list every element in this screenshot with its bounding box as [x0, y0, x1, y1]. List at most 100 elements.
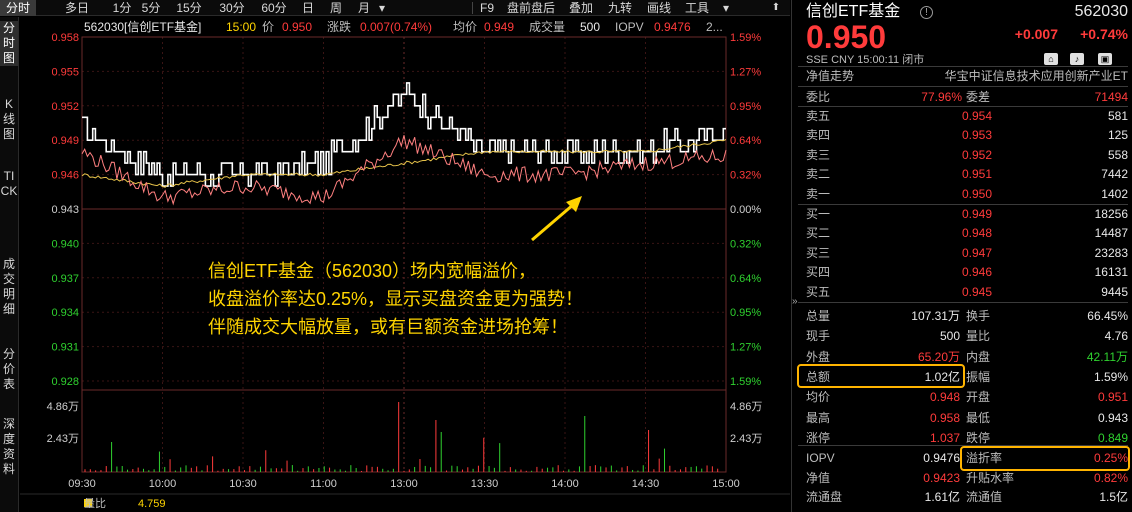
- y2-tick-label: 0.00%: [730, 204, 761, 216]
- bid-level-label: 买一: [806, 207, 831, 221]
- ask-level-price[interactable]: 0.952: [892, 147, 992, 163]
- bid-level-volume: 16131: [1094, 265, 1128, 280]
- quote-change-pct: +0.74%: [1080, 26, 1128, 42]
- y-tick-label: 0.931: [51, 342, 79, 354]
- time-tick-label: 13:30: [471, 478, 499, 490]
- bottom-value: 4.759: [138, 498, 166, 510]
- stat-label: 换手: [966, 309, 991, 323]
- stat-label: 总量: [806, 309, 831, 323]
- y2-tick-label: 0.64%: [730, 273, 761, 285]
- bid-level-volume: 18256: [1094, 207, 1128, 221]
- trading-app: 分时 多日 1分 5分 15分 30分 60分 日 周 月 ▾ F9 盘前盘后 …: [0, 0, 1132, 512]
- y2-tick-label: 0.95%: [730, 307, 761, 319]
- ask-level-label: 卖五: [806, 109, 831, 123]
- y-tick-label: 0.949: [51, 135, 79, 147]
- time-tick-label: 11:00: [310, 478, 337, 490]
- stat-value: 0.943: [1097, 410, 1128, 425]
- stat-value: 0.9423: [923, 470, 960, 485]
- y-tick-label: 0.955: [51, 66, 79, 78]
- bid-level-price[interactable]: 0.948: [892, 225, 992, 241]
- stat-value: 0.9476: [923, 451, 960, 465]
- stat-label: 流通盘: [806, 490, 843, 504]
- nav-trend-link[interactable]: 净值走势: [806, 68, 854, 84]
- y2-tick-label: 0.32%: [730, 238, 761, 250]
- quote-change: +0.007: [1014, 26, 1058, 42]
- ask-level-label: 卖一: [806, 186, 831, 201]
- ask-level-volume: 558: [1107, 147, 1128, 162]
- stat-label: 振幅: [966, 369, 991, 384]
- time-tick-label: 10:00: [149, 478, 177, 490]
- alert-icon[interactable]: ⌂: [1044, 53, 1058, 65]
- time-tick-label: 13:00: [390, 478, 418, 490]
- highlight-premium-rate: [960, 446, 1130, 471]
- bell-icon[interactable]: ♪: [1070, 53, 1084, 65]
- volume-tick-label: 4.86万: [47, 401, 79, 413]
- highlight-total-amount: [797, 364, 965, 388]
- stat-label: IOPV: [806, 451, 835, 465]
- bid-level-volume: 23283: [1094, 245, 1128, 260]
- info-icon[interactable]: !: [920, 6, 933, 19]
- stat-label: 涨停: [806, 430, 831, 445]
- ask-level-volume: 1402: [1101, 186, 1128, 201]
- weibi-value: 77.96%: [921, 90, 962, 104]
- stat-value: 107.31万: [911, 309, 960, 323]
- bid-level-label: 买三: [806, 245, 831, 260]
- ask-level-price[interactable]: 0.953: [892, 127, 992, 143]
- stat-label: 流通值: [966, 490, 1003, 504]
- annotation-text: 信创ETF基金（562030）场内宽幅溢价， 收盘溢价率达0.25%，显示买盘资…: [208, 257, 583, 341]
- stat-value: 1.61亿: [924, 490, 960, 504]
- expand-icon[interactable]: »: [792, 296, 798, 307]
- stat-value: 0.82%: [1093, 470, 1128, 485]
- share-icon[interactable]: ▣: [1098, 53, 1112, 65]
- time-tick-label: 15:00: [712, 478, 740, 490]
- bid-level-price[interactable]: 0.946: [892, 264, 992, 280]
- stat-value: 4.76: [1104, 329, 1128, 344]
- stat-label: 跌停: [966, 430, 991, 445]
- annotation-line-2: 收盘溢价率达0.25%，显示买盘资金更为强势！: [208, 289, 584, 309]
- weibi-label: 委比: [806, 90, 831, 104]
- stat-value: 65.20万: [917, 349, 960, 364]
- bid-level-price[interactable]: 0.945: [892, 284, 992, 300]
- stat-value: 0.849: [1097, 430, 1128, 445]
- ask-level-label: 卖二: [806, 167, 831, 182]
- y-tick-label: 0.943: [51, 204, 79, 216]
- y2-tick-label: 0.95%: [730, 101, 761, 113]
- ask-level-volume: 125: [1107, 128, 1128, 143]
- y-tick-label: 0.958: [51, 32, 79, 44]
- y-tick-label: 0.928: [51, 376, 79, 388]
- bid-level-volume: 14487: [1094, 226, 1128, 241]
- volume-tick-label-right: 2.43万: [730, 433, 762, 445]
- y2-tick-label: 1.27%: [730, 342, 761, 354]
- bid-level-label: 买五: [806, 284, 831, 299]
- y2-tick-label: 0.64%: [730, 135, 761, 147]
- ask-level-price[interactable]: 0.950: [892, 186, 992, 202]
- ask-level-price[interactable]: 0.951: [892, 166, 992, 182]
- ask-level-volume: 7442: [1101, 167, 1128, 182]
- stat-value: 1.037: [929, 430, 960, 445]
- ask-level-price[interactable]: 0.954: [892, 108, 992, 124]
- y2-tick-label: 1.59%: [730, 32, 761, 44]
- annotation-line-1: 信创ETF基金（562030）场内宽幅溢价，: [208, 261, 537, 281]
- y2-tick-label: 0.32%: [730, 170, 761, 182]
- ask-level-label: 卖三: [806, 147, 831, 162]
- stat-value: 1.59%: [1093, 369, 1128, 384]
- y-tick-label: 0.952: [51, 101, 79, 113]
- quote-code: 562030: [1074, 3, 1128, 20]
- time-tick-label: 10:30: [229, 478, 257, 490]
- bid-level-volume: 9445: [1101, 284, 1128, 299]
- stat-label: 均价: [806, 390, 831, 405]
- stat-value: 0.948: [929, 390, 960, 405]
- y2-tick-label: 1.59%: [730, 376, 761, 388]
- stat-label: 最高: [806, 410, 831, 425]
- bid-level-price[interactable]: 0.947: [892, 245, 992, 261]
- y-tick-label: 0.940: [51, 238, 79, 250]
- stat-value: 42.11万: [1086, 349, 1128, 364]
- quote-panel: 信创ETF基金 ! 562030 0.950 +0.007 +0.74% SSE…: [791, 0, 1132, 512]
- weicha-value: 71494: [1094, 90, 1128, 104]
- stat-value: 500: [939, 329, 960, 344]
- y-tick-label: 0.946: [51, 170, 79, 182]
- weicha-label: 委差: [966, 90, 991, 104]
- stat-label: 开盘: [966, 390, 991, 405]
- stat-label: 升贴水率: [966, 470, 1015, 485]
- bid-level-price[interactable]: 0.949: [892, 206, 992, 222]
